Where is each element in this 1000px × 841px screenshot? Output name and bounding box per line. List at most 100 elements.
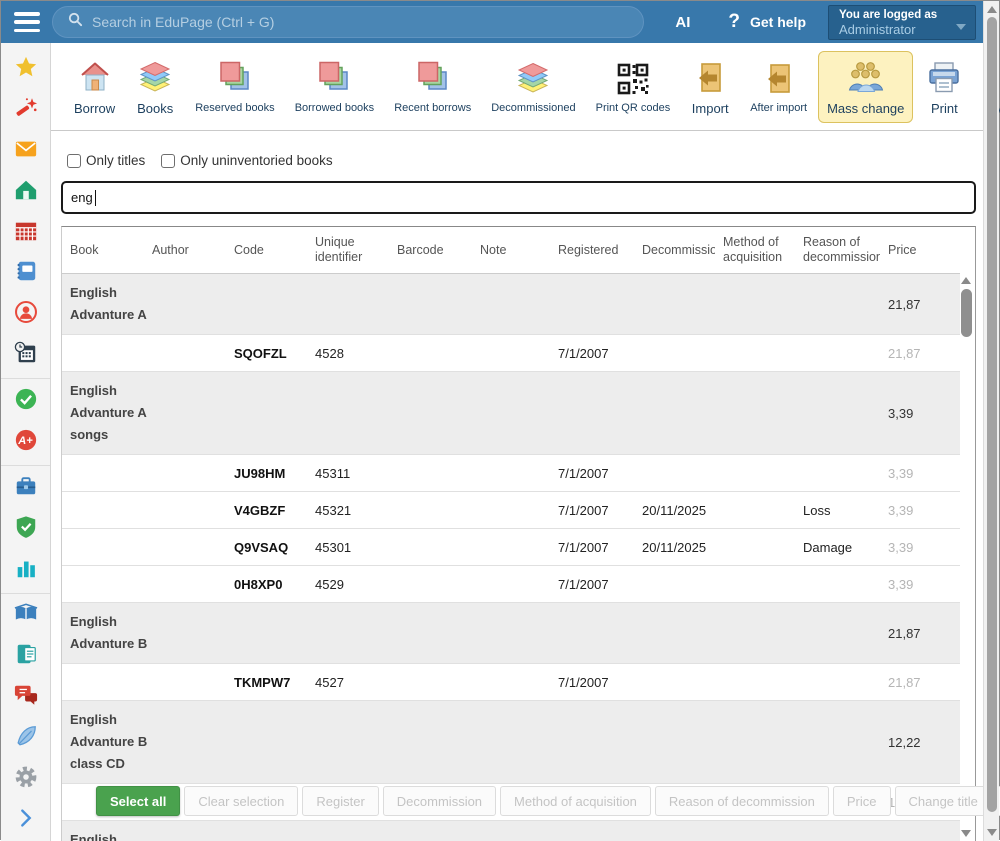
column-header[interactable]: Author: [144, 243, 226, 258]
get-help-button[interactable]: ? Get help: [728, 11, 806, 33]
select-all-button[interactable]: Select all: [96, 786, 180, 816]
decommission-button: Decommission: [383, 786, 496, 816]
table-row-copy[interactable]: 0H8XP0 4529 7/1/2007 3,39: [62, 566, 960, 603]
table-scrollbar-thumb[interactable]: [961, 289, 972, 337]
registered-cell: 7/1/2007: [550, 466, 634, 481]
only-uninventoried-filter[interactable]: Only uninventoried books: [161, 153, 332, 168]
only-uninventoried-checkbox[interactable]: [161, 154, 175, 168]
column-header[interactable]: Decommissioned: [634, 243, 715, 258]
sidebar-item-timetable-grid[interactable]: [1, 213, 50, 254]
sidebar-item-document-book[interactable]: [1, 636, 50, 677]
sidebar: A+: [1, 43, 51, 841]
price-cell: 21,87: [880, 346, 960, 361]
sidebar-item-feather[interactable]: [1, 718, 50, 759]
only-titles-label: Only titles: [86, 153, 145, 168]
unique-identifier-cell: 45321: [307, 503, 389, 518]
sidebar-item-check-circle[interactable]: [1, 381, 50, 422]
hamburger-menu-icon[interactable]: [14, 12, 40, 32]
table-row-title[interactable]: EnglishAdvanture A 21,87: [62, 274, 960, 335]
page-scrollbar[interactable]: [983, 1, 999, 841]
sidebar-item-star[interactable]: [1, 49, 50, 90]
table-row-title[interactable]: EnglishAdvanture Bclass CD 12,22: [62, 701, 960, 784]
table-row-title[interactable]: EnglishAdvanture Asongs 3,39: [62, 372, 960, 455]
table-row-copy[interactable]: TKMPW7 4527 7/1/2007 21,87: [62, 664, 960, 701]
table-scrollbar[interactable]: [960, 277, 972, 837]
only-titles-filter[interactable]: Only titles: [67, 153, 145, 168]
toolbar-label: Reserved books: [195, 102, 275, 114]
toolbar-button-after-import[interactable]: After import: [741, 52, 816, 121]
column-header[interactable]: Barcode: [389, 243, 472, 258]
ai-button[interactable]: AI: [675, 14, 690, 31]
sidebar-item-notebook[interactable]: [1, 253, 50, 294]
price-cell: 3,39: [880, 466, 960, 481]
grade-aplus-icon: A+: [14, 428, 38, 457]
table-row-title[interactable]: EnglishAdvanture B 3,39: [62, 821, 960, 841]
scroll-up-icon[interactable]: [961, 277, 971, 284]
only-titles-checkbox[interactable]: [67, 154, 81, 168]
column-header[interactable]: Note: [472, 243, 550, 258]
page-scroll-down-icon[interactable]: [987, 829, 997, 836]
toolbar-button-mass-change[interactable]: Mass change: [818, 51, 913, 123]
sidebar-item-person[interactable]: [1, 294, 50, 335]
expand-chevron-icon: [14, 806, 38, 835]
user-menu[interactable]: You are logged as Administrator: [828, 5, 976, 40]
column-header[interactable]: Reason of decommission: [795, 235, 880, 265]
sidebar-item-calendar-clock[interactable]: [1, 335, 50, 376]
sidebar-item-shield-check[interactable]: [1, 509, 50, 550]
column-header[interactable]: Price: [880, 243, 960, 258]
registered-cell: 7/1/2007: [550, 675, 634, 690]
open-book-icon: [14, 602, 38, 631]
sidebar-item-bar-chart[interactable]: [1, 550, 50, 591]
column-header[interactable]: Book: [62, 243, 144, 258]
sidebar-item-envelope[interactable]: [1, 131, 50, 172]
toolbar-button-print[interactable]: Print: [915, 51, 973, 123]
sidebar-item-briefcase[interactable]: [1, 468, 50, 509]
global-search-input[interactable]: Search in EduPage (Ctrl + G): [52, 6, 644, 38]
timetable-grid-icon: [14, 219, 38, 248]
sidebar-item-expand-chevron[interactable]: [1, 800, 50, 841]
code-cell: V4GBZF: [226, 503, 307, 518]
toolbar-button-borrow[interactable]: Borrow: [65, 51, 124, 123]
book-stack-icon: [513, 59, 553, 99]
calendar-clock-icon: [14, 341, 38, 370]
decommissioned-cell: 20/11/2025: [634, 503, 715, 518]
toolbar-button-import[interactable]: Import: [681, 51, 739, 123]
star-icon: [14, 55, 38, 84]
sidebar-item-magic-wand[interactable]: [1, 90, 50, 131]
toolbar-button-decommissioned[interactable]: Decommissioned: [482, 52, 584, 121]
column-header[interactable]: Method of acquisition: [715, 235, 795, 265]
sidebar-item-gear[interactable]: [1, 759, 50, 800]
sidebar-item-open-book[interactable]: [1, 596, 50, 637]
action-bar: Select allClear selectionRegisterDecommi…: [96, 786, 1000, 816]
book-search-input[interactable]: [61, 181, 976, 214]
table-row-copy[interactable]: Q9VSAQ 45301 7/1/2007 20/11/2025 Damage …: [62, 529, 960, 566]
toolbar-button-books[interactable]: Books: [126, 51, 184, 123]
unique-identifier-cell: 4529: [307, 577, 389, 592]
import-arrow-icon: [759, 59, 799, 99]
toolbar-label: Print QR codes: [596, 102, 671, 114]
reason-cell: Loss: [795, 503, 880, 518]
toolbar-label: After import: [750, 102, 807, 114]
toolbar: Borrow Books Reserved books Borrowed boo…: [51, 43, 985, 131]
table-row-copy[interactable]: V4GBZF 45321 7/1/2007 20/11/2025 Loss 3,…: [62, 492, 960, 529]
toolbar-button-borrowed-books[interactable]: Borrowed books: [286, 52, 384, 121]
page-scroll-up-icon[interactable]: [987, 6, 997, 13]
column-header[interactable]: Registered: [550, 243, 634, 258]
scroll-down-icon[interactable]: [961, 830, 971, 837]
table-row-copy[interactable]: JU98HM 45311 7/1/2007 3,39: [62, 455, 960, 492]
bar-chart-icon: [14, 556, 38, 585]
page-scrollbar-thumb[interactable]: [987, 17, 997, 812]
table-row-copy[interactable]: SQOFZL 4528 7/1/2007 21,87: [62, 335, 960, 372]
sidebar-item-chat-bubbles[interactable]: [1, 677, 50, 718]
unique-identifier-cell: 4527: [307, 675, 389, 690]
toolbar-button-reserved-books[interactable]: Reserved books: [186, 52, 284, 121]
sidebar-item-grade-aplus[interactable]: A+: [1, 422, 50, 463]
column-header[interactable]: Code: [226, 243, 307, 258]
toolbar-button-recent-borrows[interactable]: Recent borrows: [385, 52, 480, 121]
table-row-title[interactable]: EnglishAdvanture B 21,87: [62, 603, 960, 664]
change-title-button: Change title: [895, 786, 992, 816]
toolbar-button-print-qr-codes[interactable]: Print QR codes: [587, 52, 680, 121]
column-header[interactable]: Unique identifier: [307, 235, 389, 265]
sidebar-item-home[interactable]: [1, 172, 50, 213]
code-cell: SQOFZL: [226, 346, 307, 361]
